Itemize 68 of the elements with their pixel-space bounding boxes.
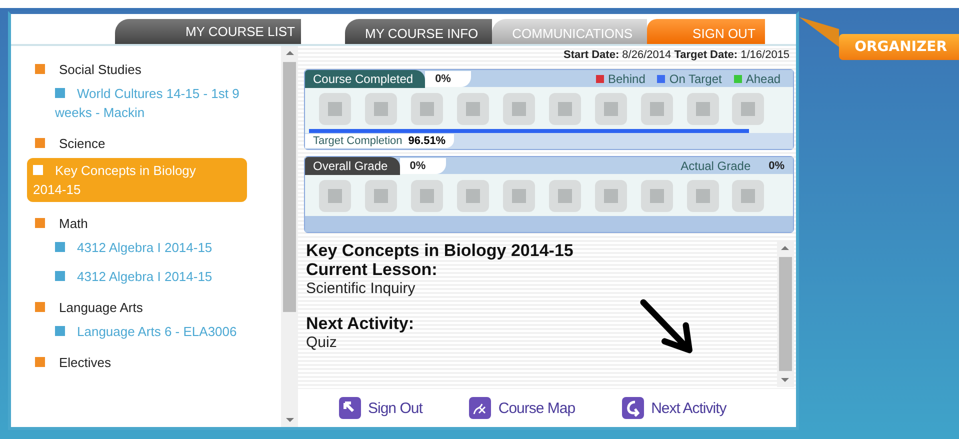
organizer-tab[interactable]: ORGANIZER — [838, 34, 959, 60]
course-title: Key Concepts in Biology 2014-15 — [306, 241, 574, 260]
activity-heading: Next Activity: — [306, 314, 416, 333]
scroll-up-icon[interactable] — [284, 50, 294, 56]
card-title: Overall Grade — [305, 156, 400, 174]
category-label: Electives — [59, 354, 112, 370]
scroll-down-icon[interactable] — [780, 377, 790, 383]
activity-name: Quiz — [306, 333, 338, 352]
lesson-square-icon — [640, 93, 673, 125]
category-bullet-icon — [35, 218, 45, 228]
category-bullet-icon — [35, 302, 45, 312]
percent-value: 0% — [400, 158, 446, 174]
action-button[interactable]: Course Map — [468, 396, 576, 420]
scroll-down-icon[interactable] — [284, 417, 294, 423]
action-button[interactable]: Sign Out — [338, 396, 422, 420]
target-value: 96.51% — [408, 134, 454, 148]
category-label: Language Arts — [59, 300, 143, 314]
grade-square-icon — [732, 180, 764, 212]
lesson-square-icon — [456, 93, 489, 125]
lesson-square-icon — [594, 93, 627, 125]
map-icon — [468, 396, 492, 420]
scrollbar[interactable] — [776, 241, 794, 387]
grade-square-icon — [364, 180, 397, 212]
category-label: Social Studies — [59, 62, 142, 76]
lesson-square-icon — [686, 93, 718, 125]
category-bullet-icon — [35, 357, 45, 367]
lesson-square-icon — [732, 93, 764, 125]
grade-square-icon — [548, 180, 581, 212]
category-bullet-icon — [35, 138, 45, 148]
course-item[interactable]: 4312 Algebra I 2014-15 — [55, 267, 260, 286]
grade-square-icon — [640, 180, 673, 212]
tab[interactable]: COMMUNICATIONS — [492, 19, 647, 44]
tab[interactable]: MY COURSE INFO — [345, 19, 492, 44]
actual-grade-label: Actual Grade — [680, 158, 751, 172]
panel-tab[interactable]: MY COURSE LIST — [115, 19, 301, 44]
scrollbar[interactable] — [281, 46, 298, 427]
card-title: Course Completed — [305, 70, 426, 88]
action-button[interactable]: Next Activity — [621, 396, 726, 420]
lesson-name: Scientific Inquiry — [306, 279, 416, 298]
legend-label: Behind — [608, 72, 646, 86]
course-item[interactable]: Language Arts 6 - ELA3006 — [55, 322, 260, 341]
course-item[interactable]: Key Concepts in Biology 2014-15 — [27, 158, 247, 202]
category-bullet-icon — [35, 64, 45, 74]
category-label: Science — [59, 136, 106, 150]
grade-square-icon — [686, 180, 718, 212]
course-item[interactable]: World Cultures 14-15 - 1st 9 weeks - Mackin — [55, 84, 260, 122]
lesson-square-icon — [502, 93, 535, 125]
legend-label: Ahead — [746, 72, 781, 86]
grade-square-icon — [594, 180, 627, 212]
percent-value: 0% — [768, 160, 785, 172]
grade-square-icon — [410, 180, 443, 212]
ribbon-fold — [798, 17, 839, 47]
grade-square-icon — [502, 180, 535, 212]
lesson-square-icon — [410, 93, 443, 125]
lesson-square-icon — [319, 93, 351, 125]
lesson-heading: Current Lesson: — [306, 260, 438, 279]
category-label: Math — [59, 216, 88, 230]
grade-square-icon — [319, 180, 351, 212]
course-item[interactable]: 4312 Algebra I 2014-15 — [55, 238, 260, 257]
lesson-square-icon — [548, 93, 581, 125]
target-label: Target Completion — [305, 134, 408, 148]
percent-value: 0% — [425, 70, 471, 86]
legend-label: On Target — [669, 72, 722, 86]
sign-out-tab[interactable]: SIGN OUT — [646, 19, 766, 44]
lesson-square-icon — [364, 93, 397, 125]
date-line: Start Date: 8/26/2014 Target Date: 1/16/2015 — [562, 48, 791, 63]
grade-square-icon — [456, 180, 489, 212]
scroll-up-icon[interactable] — [780, 245, 790, 251]
